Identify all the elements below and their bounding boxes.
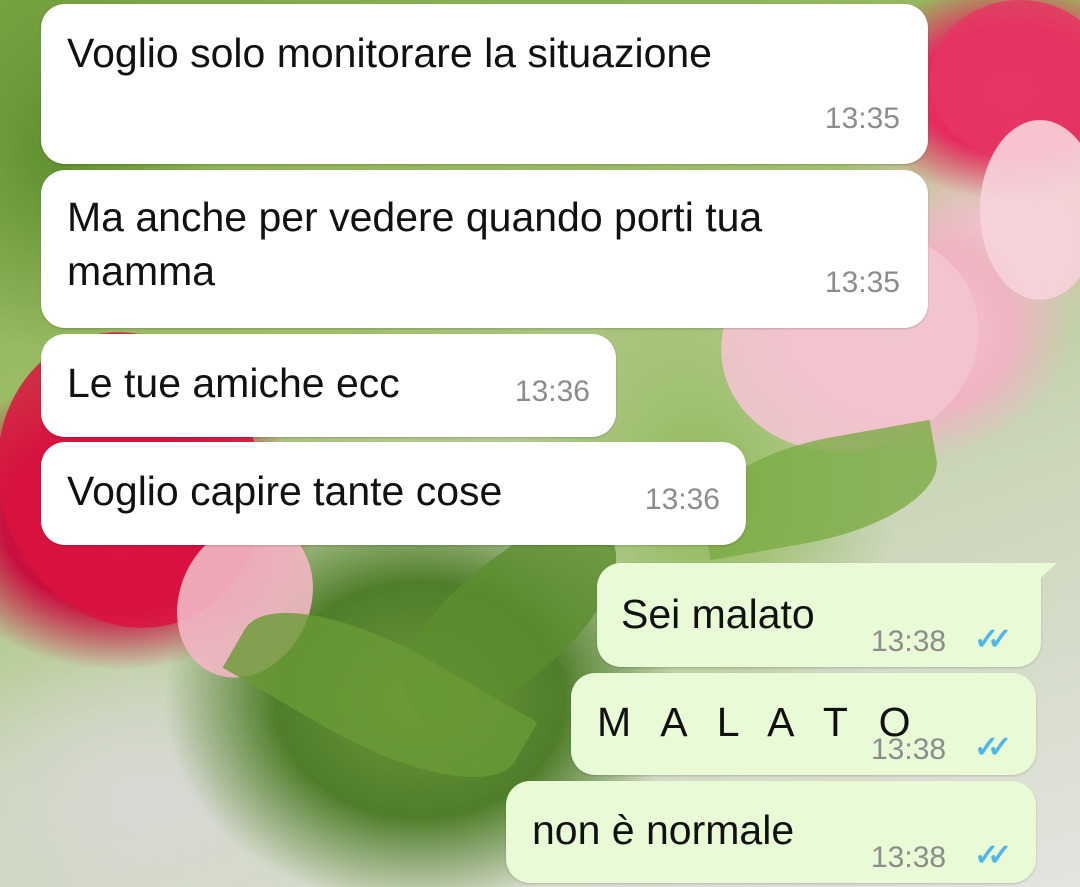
bubble-tail [1035, 563, 1057, 583]
message-text: Ma anche per vedere quando porti tua [67, 194, 763, 240]
double-check-icon: ✓✓ [974, 623, 1012, 656]
incoming-message-bubble[interactable]: Voglio capire tante cose 13:36 [41, 442, 746, 545]
outgoing-message-bubble[interactable]: non è normale 13:38 ✓✓ [506, 781, 1036, 883]
message-text: Voglio capire tante cose [67, 468, 503, 514]
message-text: Voglio solo monitorare la situazione [67, 30, 712, 76]
message-timestamp: 13:38 [871, 625, 947, 658]
outgoing-message-bubble[interactable]: M A L A T O 13:38 ✓✓ [571, 673, 1036, 775]
incoming-message-bubble[interactable]: Voglio solo monitorare la situazione 13:… [41, 4, 928, 164]
message-timestamp: 13:35 [824, 102, 900, 135]
message-text: non è normale [532, 807, 795, 853]
outgoing-message-bubble[interactable]: Sei malato 13:38 ✓✓ [597, 563, 1057, 667]
double-check-icon: ✓✓ [974, 731, 1012, 764]
message-timestamp: 13:36 [514, 375, 590, 408]
message-text: Le tue amiche ecc [67, 360, 400, 406]
double-check-icon: ✓✓ [974, 839, 1012, 872]
message-timestamp: 13:35 [824, 266, 900, 299]
incoming-message-bubble[interactable]: Le tue amiche ecc 13:36 [41, 334, 616, 437]
message-text: Sei malato [621, 591, 815, 637]
message-timestamp: 13:38 [871, 841, 947, 874]
incoming-message-bubble[interactable]: Ma anche per vedere quando porti tua mam… [41, 170, 928, 328]
message-timestamp: 13:36 [644, 483, 720, 516]
message-text: mamma [67, 248, 216, 294]
message-timestamp: 13:38 [871, 733, 947, 766]
